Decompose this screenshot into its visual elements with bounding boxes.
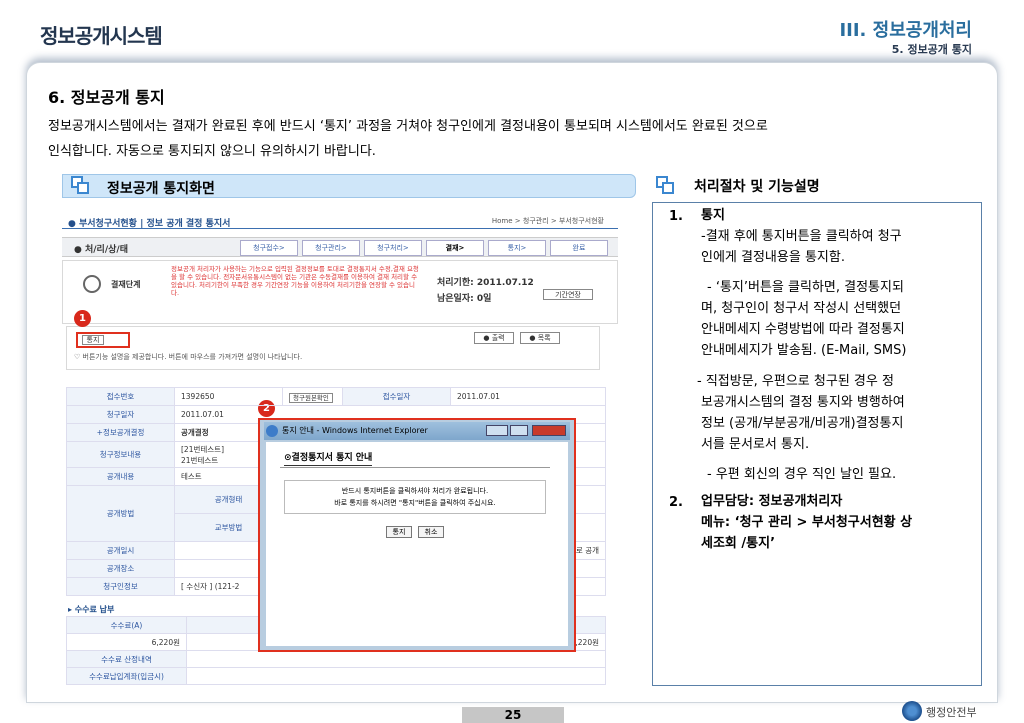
table-header-cell: 공개일시: [66, 541, 175, 560]
table-header-cell: +정보공개결정: [66, 423, 175, 442]
step-line: -결재 후에 통지버튼을 클릭하여 청구: [701, 229, 902, 244]
step-number: 2.: [669, 495, 683, 510]
table-row: 수수료납입계좌(입금시): [66, 667, 606, 685]
step-icon: [83, 275, 101, 293]
tab-manage[interactable]: 청구관리>: [302, 240, 360, 256]
table-header-cell: 공개내용: [66, 467, 175, 486]
popup-message-line: 반드시 통지버튼을 클릭하셔야 처리가 완료됩니다.: [341, 487, 489, 495]
breadcrumb: Home > 청구관리 > 부서청구서현황: [491, 217, 604, 225]
print-button[interactable]: ● 출력: [474, 332, 514, 344]
step-line: 안내메세지가 발송됨. (E-Mail, SMS): [701, 343, 907, 358]
divider: [62, 228, 618, 229]
window-icon: [656, 176, 676, 196]
popup-message-line: 바로 통지를 하시려면 "통지"버튼을 클릭하여 주십시요.: [334, 499, 496, 507]
popup-body: ⊙결정통지서 통지 안내 반드시 통지버튼을 클릭하셔야 처리가 완료됩니다. …: [266, 442, 568, 646]
table-row: 수수료 산정내역: [66, 650, 606, 668]
table-header-cell: 청구인정보: [66, 577, 175, 596]
table-cell: [186, 667, 606, 685]
step-info-box: 결재단계 정보공개 처리자가 사용하는 기능으로 입력된 결정정보를 토대로 결…: [62, 260, 618, 324]
status-tabs: ● 처/리/상/태 청구접수> 청구관리> 청구처리> 결재> 통지> 완료: [62, 237, 618, 257]
step-badge-1: 1: [74, 310, 91, 327]
minimize-icon[interactable]: [486, 425, 508, 436]
intro-line-1: 정보공개시스템에서는 결재가 완료된 후에 반드시 ‘통지’ 과정을 거쳐야 청…: [48, 119, 768, 134]
step-line: 서를 문서로서 통지.: [701, 437, 810, 452]
intro-line-2: 인식합니다. 자동으로 통지되지 않으니 유의하시기 바랍니다.: [48, 144, 376, 159]
view-original-button[interactable]: 청구원본확인: [289, 392, 333, 403]
maximize-icon[interactable]: [510, 425, 528, 436]
left-panel-header: 정보공개 통지화면: [62, 174, 636, 198]
table-header-cell: 접수번호: [66, 387, 175, 406]
tab-approval[interactable]: 결재>: [426, 240, 484, 256]
table-cell: 2011.07.01: [450, 387, 606, 406]
step-line: 며, 청구인이 청구서 작성시 선택했던: [701, 301, 902, 316]
table-header-cell: 청구일자: [66, 405, 175, 424]
notify-popup-window: 통지 안내 - Windows Internet Explorer ⊙결정통지서…: [258, 418, 576, 652]
table-cell: 6,220원: [66, 633, 187, 651]
close-icon[interactable]: [532, 425, 566, 436]
table-header-cell: 수수료납입계좌(입금시): [66, 667, 187, 685]
deadline: 처리기한: 2011.07.12: [437, 278, 534, 288]
popup-notify-button[interactable]: 통지: [386, 526, 412, 538]
table-header-cell: 공개방법: [66, 485, 175, 542]
right-panel-title: 처리절차 및 기능설명: [694, 179, 820, 195]
divider: [280, 467, 550, 468]
step-line: 인에게 결정내용을 통지함.: [701, 250, 845, 265]
step-line: 메뉴: ‘청구 관리 > 부서청구서현황 상: [701, 515, 913, 530]
table-cell: 1392650: [174, 387, 283, 406]
left-panel-title: 정보공개 통지화면: [107, 181, 215, 197]
notify-button-highlight: 통지: [76, 332, 130, 348]
step-line: 안내메세지 수령방법에 따라 결정통지: [701, 322, 905, 337]
emblem-icon: [902, 701, 922, 721]
hint-text: ♡ 버튼기능 설명을 제공합니다. 버튼에 마우스를 가져가면 설명이 나타납니…: [74, 353, 303, 361]
fee-section-title: ▸ 수수료 납부: [68, 605, 115, 614]
window-icon: [71, 176, 91, 196]
table-header-cell: 수수료(A): [66, 616, 187, 634]
page-number: 25: [462, 707, 564, 723]
step-description: 정보공개 처리자가 사용하는 기능으로 입력된 결정정보를 토대로 결정통지서 …: [171, 265, 419, 297]
step-line: 세조회 /통지’: [701, 536, 776, 551]
step-line: - ‘통지’버튼을 클릭하면, 결정통지되: [707, 280, 904, 295]
popup-title: 통지 안내 - Windows Internet Explorer: [282, 426, 428, 435]
popup-message: 반드시 통지버튼을 클릭하셔야 처리가 완료됩니다. 바로 통지를 하시려면 "…: [284, 480, 546, 514]
tab-process[interactable]: 청구처리>: [364, 240, 422, 256]
intro-text: 정보공개시스템에서는 결재가 완료된 후에 반드시 ‘통지’ 과정을 거쳐야 청…: [48, 114, 948, 164]
slide-header: 정보공개시스템 III. 정보공개처리 5. 정보공개 통지: [0, 0, 1024, 60]
table-header-cell: 청구정보내용: [66, 441, 175, 468]
table-cell: [186, 650, 606, 668]
step-line: - 우편 회신의 경우 직인 날인 필요.: [707, 467, 897, 482]
table-cell: 청구원본확인: [282, 387, 343, 406]
tab-receive[interactable]: 청구접수>: [240, 240, 298, 256]
table-header-cell: 수수료 산정내역: [66, 650, 187, 668]
popup-cancel-button[interactable]: 취소: [418, 526, 444, 538]
notify-button[interactable]: 통지: [82, 335, 104, 345]
tab-notify[interactable]: 통지>: [488, 240, 546, 256]
step-line: 보공개시스템의 결정 통지와 병행하여: [701, 395, 905, 410]
extend-button[interactable]: 기간연장: [543, 289, 593, 300]
table-row: 접수번호 1392650 청구원본확인 접수일자 2011.07.01: [66, 387, 606, 406]
list-button[interactable]: ● 목록: [520, 332, 560, 344]
ministry-logo: 행정안전부: [902, 700, 1012, 722]
popup-heading: ⊙결정통지서 통지 안내: [284, 450, 373, 466]
chapter-title: III. 정보공개처리: [839, 20, 972, 41]
step-line: 정보 (공개/부분공개/비공개)결정통지: [701, 416, 904, 431]
ie-icon: [266, 425, 278, 437]
step-label: 결재단계: [111, 280, 141, 289]
ministry-name: 행정안전부: [926, 706, 977, 719]
status-label: ● 처/리/상/태: [74, 245, 128, 255]
description-box: 1. 통지 -결재 후에 통지버튼을 클릭하여 청구 인에게 결정내용을 통지함…: [652, 202, 982, 686]
popup-titlebar: 통지 안내 - Windows Internet Explorer: [264, 422, 570, 440]
step-heading: 업무담당: 정보공개처리자: [701, 494, 843, 509]
step-number: 1.: [669, 209, 683, 224]
tab-complete[interactable]: 완료: [550, 240, 608, 256]
subchapter-title: 5. 정보공개 통지: [891, 43, 972, 56]
table-header-cell: 공개장소: [66, 559, 175, 578]
table-header-cell: 접수일자: [342, 387, 451, 406]
step-line: - 직접방문, 우편으로 청구된 경우 정: [697, 374, 894, 389]
section-title: 6. 정보공개 통지: [48, 88, 165, 107]
system-title: 정보공개시스템: [40, 24, 163, 48]
remaining-days: 남은일자: 0일: [437, 294, 492, 304]
step-heading: 통지: [701, 208, 725, 223]
